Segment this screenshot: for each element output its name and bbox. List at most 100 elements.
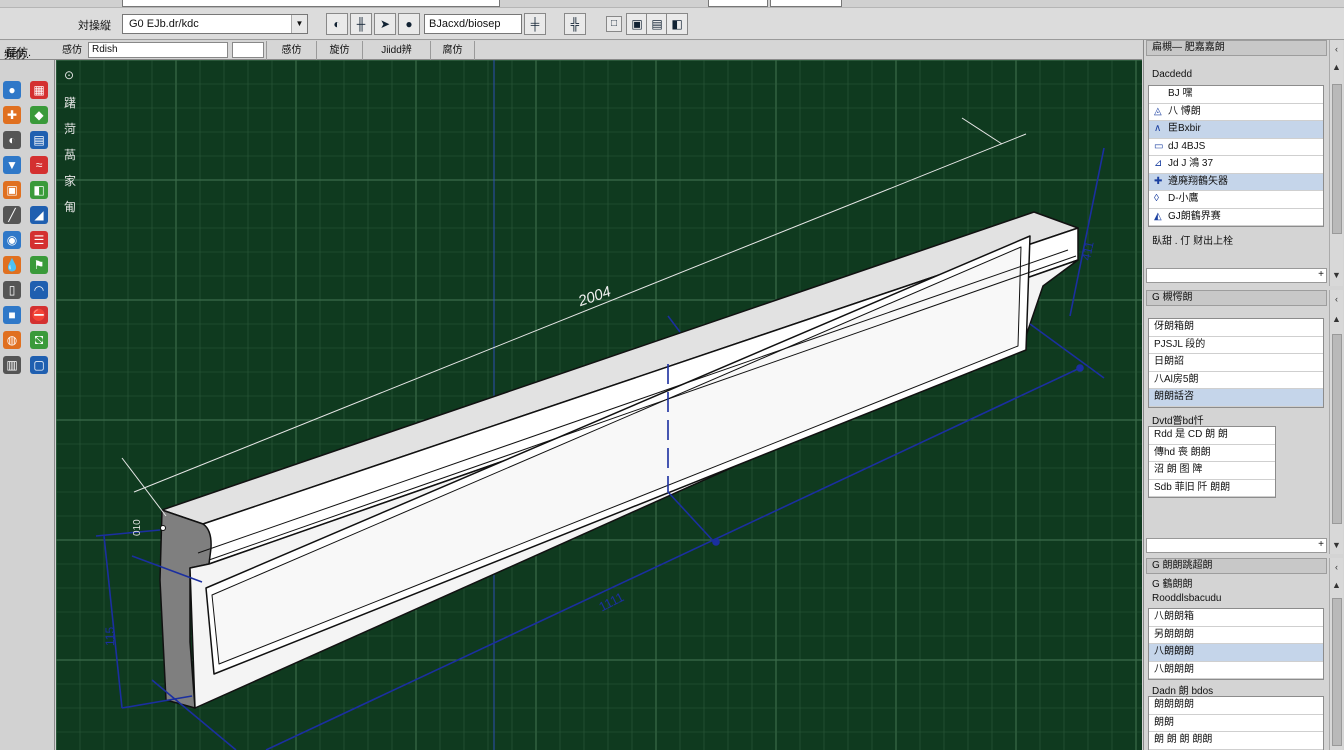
tab-rot[interactable]: 腐仿 (430, 41, 474, 60)
property-row[interactable]: ▭ dJ 4BJS (1149, 139, 1323, 156)
tool-panel-button[interactable]: ◧ (666, 13, 688, 35)
tool-globe-icon[interactable]: ◍ (3, 331, 21, 349)
plus-icon[interactable]: + (1318, 539, 1324, 550)
scroll-thumb[interactable] (1332, 598, 1342, 746)
tool-wedge-icon[interactable]: ◢ (30, 206, 48, 224)
view-menu-item[interactable]: 家 (64, 172, 76, 189)
property-row[interactable]: PJSJL 段的 (1149, 337, 1323, 354)
property-row[interactable]: 八朗朗箱 (1149, 609, 1323, 627)
property-row[interactable]: ✚ 遵廃翔鶴矢器 (1149, 173, 1323, 191)
tool-columns-button[interactable]: ╪ (524, 13, 546, 35)
title-input-field[interactable] (122, 0, 500, 7)
collapse-icon[interactable]: ‹ (1330, 42, 1343, 56)
property-row[interactable]: 伢朗箱朗 (1149, 319, 1323, 337)
tool-arch-icon[interactable]: ◠ (30, 281, 48, 299)
property-row[interactable]: ◭ GJ朗鶴界赛 (1149, 209, 1323, 226)
collapse-icon[interactable]: ‹ (1330, 292, 1343, 306)
tool-books-icon[interactable]: ▥ (3, 356, 21, 374)
tool-cross-button[interactable]: ╬ (564, 13, 586, 35)
section3-scrollbar[interactable]: ‹ ▲ (1329, 558, 1343, 750)
tool-block-icon[interactable]: ■ (3, 306, 21, 324)
tab-sense-short[interactable]: 感仿 (56, 41, 88, 60)
scroll-up-icon[interactable]: ▲ (1330, 578, 1343, 592)
section3-header[interactable]: G 朗朗跳超朗 (1146, 558, 1327, 574)
scroll-up-icon[interactable]: ▲ (1330, 312, 1343, 326)
beam-model[interactable] (159, 211, 1079, 709)
scroll-down-icon[interactable]: ▼ (1330, 538, 1343, 552)
snap-field[interactable]: BJacxd/biosep (424, 14, 522, 34)
property-row[interactable]: 八朗朗朗 (1149, 644, 1323, 662)
scroll-thumb[interactable] (1332, 84, 1342, 234)
tool-cut-icon[interactable]: ✚ (3, 106, 21, 124)
drawing-viewport[interactable]: 2004 1111 115 411 010 ⊙ 躇菏萵家匍 (56, 60, 1142, 750)
tool-fill-icon[interactable]: ◉ (3, 231, 21, 249)
section1-header[interactable]: 扁槻— 肥嘉嘉朗 (1146, 40, 1327, 56)
property-row[interactable]: ∧ 臣Bxbir (1149, 121, 1323, 139)
end-dimension-text[interactable]: 010 (132, 519, 143, 536)
tab-sense[interactable]: 感仿 (266, 41, 316, 60)
section2-scrollbar[interactable]: ‹ ▲ ▼ (1329, 290, 1343, 554)
property-row[interactable]: 朗 朗 朗 朗朗 (1149, 732, 1323, 750)
tool-mirror-icon[interactable]: ◐ (3, 131, 21, 149)
section1-scrollbar[interactable]: ‹ ▲ ▼ (1329, 40, 1343, 286)
checkbox-button[interactable]: □ (606, 16, 622, 32)
view-menu-icon[interactable]: ⊙ (64, 68, 74, 82)
property-row[interactable]: 傳hd 喪 朗朗 (1149, 445, 1275, 462)
right-height-text[interactable]: 411 (1079, 240, 1097, 262)
property-row[interactable]: ⊿ Jd J 鴻 37 (1149, 156, 1323, 174)
layer-combo[interactable]: G0 EJb.dr/kdc ▼ (122, 14, 308, 34)
tab-rotate[interactable]: 旋仿 (316, 41, 362, 60)
tool-bars-icon[interactable]: ☰ (30, 231, 48, 249)
command-aux-input[interactable] (232, 42, 264, 58)
scroll-up-icon[interactable]: ▲ (1330, 60, 1343, 74)
property-row[interactable]: 八Al房5朗 (1149, 372, 1323, 389)
section1-field[interactable]: + (1146, 268, 1327, 283)
scroll-down-icon[interactable]: ▼ (1330, 268, 1343, 282)
tool-error-icon[interactable]: ⛞ (30, 331, 48, 349)
tool-frame-icon[interactable]: ▢ (30, 356, 48, 374)
left-height-text[interactable]: 115 (103, 627, 117, 646)
top-strip-field-b[interactable] (770, 0, 842, 7)
plus-icon[interactable]: + (1318, 269, 1324, 280)
tool-section-icon[interactable]: ◧ (30, 181, 48, 199)
property-row[interactable]: 日朗詔 (1149, 354, 1323, 372)
tool-move-icon[interactable]: ▼ (3, 156, 21, 174)
view-menu-item[interactable]: 菏 (64, 120, 76, 137)
tool-group-icon[interactable]: ⚑ (30, 256, 48, 274)
tool-grid-button[interactable]: ╫ (350, 13, 372, 35)
collapse-icon[interactable]: ‹ (1330, 560, 1343, 574)
section2-header[interactable]: G 槻愕朗 (1146, 290, 1327, 306)
property-row[interactable]: 沼 朗 图 陴 (1149, 462, 1275, 480)
viewport-canvas[interactable]: 2004 1111 115 411 010 (56, 60, 1142, 750)
property-row[interactable]: 八朗朗朗 (1149, 662, 1323, 679)
property-row[interactable]: BJ 嘿 (1149, 86, 1323, 104)
tool-box-icon[interactable]: ▤ (30, 131, 48, 149)
tool-window-icon[interactable]: ▦ (30, 81, 48, 99)
property-row[interactable]: Rdd 是 CD 朗 朗 (1149, 427, 1275, 445)
tool-sphere-icon[interactable]: ● (3, 81, 21, 99)
property-row[interactable]: 另朗朗朗 (1149, 627, 1323, 644)
tool-select-button[interactable]: ➤ (374, 13, 396, 35)
tool-door-icon[interactable]: ▯ (3, 281, 21, 299)
top-strip-field-a[interactable] (708, 0, 768, 7)
tab-jiidd[interactable]: Jiidd辨 (362, 41, 430, 60)
property-row[interactable]: 朗朗話咨 (1149, 389, 1323, 407)
tool-wave-icon[interactable]: ≈ (30, 156, 48, 174)
tool-line-icon[interactable]: ╱ (3, 206, 21, 224)
tool-drop-icon[interactable]: 💧 (3, 256, 21, 274)
tool-view-button[interactable]: ▣ (626, 13, 648, 35)
property-row[interactable]: ◊ D-小鷹 (1149, 191, 1323, 209)
property-row[interactable]: 朗朗 (1149, 715, 1323, 732)
view-menu-item[interactable]: 萵 (64, 146, 76, 163)
length-dimension-text[interactable]: 2004 (575, 283, 613, 310)
tool-stop-icon[interactable]: ⛔ (30, 306, 48, 324)
command-input[interactable]: Rdish (88, 42, 228, 58)
tool-grid-icon[interactable]: ▣ (3, 181, 21, 199)
tool-plane-icon[interactable]: ◆ (30, 106, 48, 124)
property-row[interactable]: 朗朗朗朗 (1149, 697, 1323, 715)
tool-layers-button[interactable]: ▤ (646, 13, 668, 35)
chevron-down-icon[interactable]: ▼ (291, 15, 307, 33)
view-menu-item[interactable]: 躇 (64, 94, 76, 111)
scroll-thumb[interactable] (1332, 334, 1342, 524)
property-row[interactable]: Sdb 菲旧 阡 朗朗 (1149, 480, 1275, 497)
